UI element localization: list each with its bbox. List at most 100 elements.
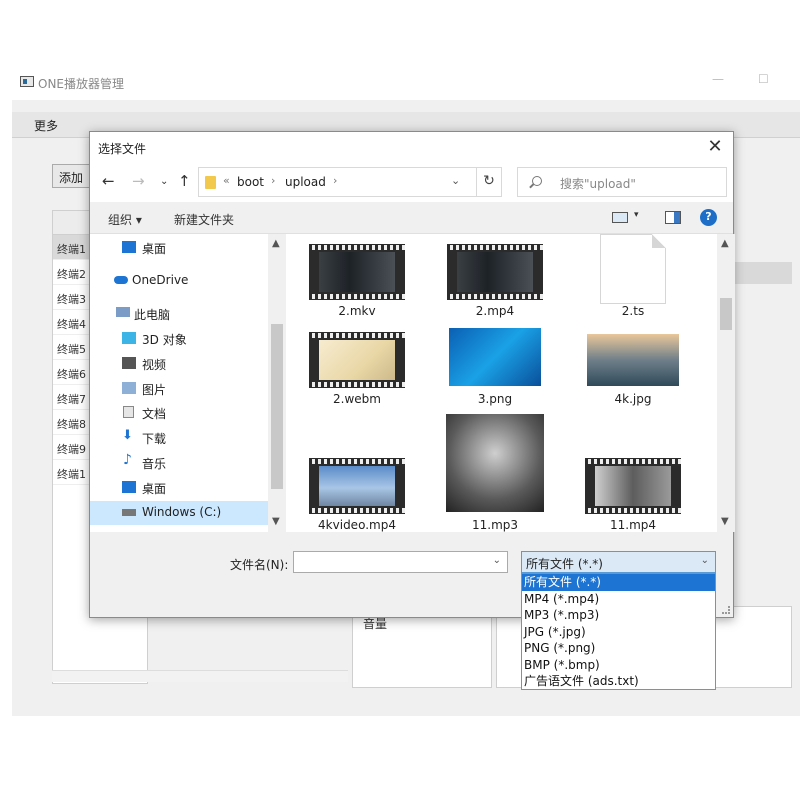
close-icon[interactable]: ✕: [705, 136, 725, 157]
filetype-dropdown: 所有文件 (*.*) MP4 (*.mp4) MP3 (*.mp3) JPG (…: [521, 573, 716, 690]
nav-item-music[interactable]: ♪ 音乐: [90, 451, 268, 475]
file-item[interactable]: 4k.jpg: [573, 334, 693, 406]
navigation-bar: ← → ⌄ ↑ « boot › upload › ⌄ ↻ 搜索"upload": [90, 162, 733, 202]
filetype-option[interactable]: MP3 (*.mp3): [522, 607, 715, 624]
app-titlebar: ONE播放器管理 — ☐: [12, 66, 800, 100]
video-icon: [122, 357, 136, 369]
nav-item-desktop-2[interactable]: 桌面: [90, 476, 268, 500]
file-name: 4kvideo.mp4: [318, 518, 396, 532]
refresh-button[interactable]: ↻: [476, 167, 502, 197]
nav-item-label: 文档: [142, 407, 167, 421]
file-name: 3.png: [477, 392, 513, 406]
blank-file-icon: [600, 234, 666, 304]
desktop-icon: [122, 481, 136, 493]
nav-item-downloads[interactable]: ⬇ 下载: [90, 426, 268, 450]
organize-button[interactable]: 组织 ▾: [108, 211, 142, 228]
scroll-up-icon[interactable]: ▲: [272, 238, 280, 249]
filename-dropdown-icon[interactable]: ⌄: [493, 555, 501, 566]
view-mode-icon[interactable]: [612, 212, 628, 223]
file-item[interactable]: 11.mp3: [435, 414, 555, 532]
nav-item-this-pc[interactable]: 此电脑: [90, 302, 268, 326]
file-name: 2.webm: [333, 392, 381, 406]
filename-input[interactable]: ⌄: [293, 551, 508, 573]
nav-item-pictures[interactable]: 图片: [90, 377, 268, 401]
scroll-down-icon[interactable]: ▼: [272, 516, 280, 527]
address-dropdown-icon[interactable]: ⌄: [451, 174, 460, 187]
music-icon: ♪: [123, 452, 132, 468]
filetype-selected: 所有文件 (*.*): [526, 557, 603, 571]
nav-item-onedrive[interactable]: OneDrive: [90, 269, 268, 293]
forward-arrow-icon[interactable]: →: [132, 172, 145, 190]
file-name: 11.mp3: [471, 518, 519, 532]
nav-item-label: 桌面: [142, 242, 167, 256]
middle-panel: 音量: [352, 606, 492, 688]
file-item[interactable]: 2.webm: [297, 332, 417, 406]
breadcrumb-boot[interactable]: boot: [237, 175, 264, 189]
chevron-down-icon: ⌄: [700, 555, 709, 566]
nav-item-label: 此电脑: [134, 308, 171, 322]
recent-chevron-icon[interactable]: ⌄: [160, 176, 168, 187]
file-item[interactable]: 2.mkv: [297, 244, 417, 318]
filetype-option[interactable]: 广告语文件 (ads.txt): [522, 673, 715, 690]
view-dropdown-icon[interactable]: ▾: [634, 210, 639, 220]
file-list-scrollbar[interactable]: ▲ ▼: [717, 234, 735, 532]
file-item[interactable]: 2.ts: [573, 234, 693, 318]
horizontal-scrollbar[interactable]: [52, 670, 348, 682]
file-item[interactable]: 3.png: [435, 328, 555, 406]
scroll-up-icon[interactable]: ▲: [721, 238, 729, 249]
cloud-icon: [114, 276, 128, 284]
file-list-scroll-thumb[interactable]: [720, 298, 732, 330]
video-thumbnail: [585, 458, 681, 514]
search-icon: [532, 176, 542, 186]
app-title: ONE播放器管理: [38, 77, 125, 91]
image-thumbnail: [587, 334, 679, 386]
file-item[interactable]: 4kvideo.mp4: [297, 458, 417, 532]
filetype-select[interactable]: 所有文件 (*.*) ⌄: [521, 551, 716, 573]
resize-grip[interactable]: [722, 606, 730, 614]
file-dialog: 选择文件 ✕ ← → ⌄ ↑ « boot › upload › ⌄ ↻ 搜索"…: [89, 131, 735, 618]
nav-scrollbar[interactable]: ▲ ▼: [268, 234, 286, 532]
breadcrumb-upload[interactable]: upload: [285, 175, 326, 189]
background-row-highlight: [732, 262, 792, 284]
preview-pane-icon[interactable]: [665, 211, 681, 224]
app-icon: [20, 76, 34, 87]
scroll-down-icon[interactable]: ▼: [721, 516, 729, 527]
search-placeholder: 搜索"upload": [560, 177, 636, 191]
help-icon[interactable]: ?: [700, 209, 717, 226]
dialog-title: 选择文件: [98, 142, 147, 156]
nav-item-desktop[interactable]: 桌面: [90, 236, 268, 260]
file-name: 4k.jpg: [614, 392, 652, 406]
file-item[interactable]: 11.mp4: [573, 458, 693, 532]
add-button[interactable]: 添加: [52, 164, 94, 188]
nav-item-label: 音乐: [142, 457, 167, 471]
filename-label: 文件名(N):: [230, 558, 289, 572]
file-name: 2.mp4: [475, 304, 515, 318]
file-item[interactable]: 2.mp4: [435, 244, 555, 318]
filetype-option[interactable]: MP4 (*.mp4): [522, 591, 715, 608]
breadcrumb-overflow-icon[interactable]: «: [223, 174, 230, 187]
nav-item-3d-objects[interactable]: 3D 对象: [90, 327, 268, 351]
menu-more[interactable]: 更多: [34, 117, 58, 134]
new-folder-button[interactable]: 新建文件夹: [174, 211, 234, 228]
video-thumbnail: [309, 458, 405, 514]
nav-item-videos[interactable]: 视频: [90, 352, 268, 376]
breadcrumb-chevron-icon: ›: [271, 174, 276, 187]
nav-item-windows-c[interactable]: Windows (C:): [90, 501, 268, 525]
video-thumbnail: [309, 332, 405, 388]
refresh-icon: ↻: [483, 173, 495, 189]
filetype-option[interactable]: BMP (*.bmp): [522, 657, 715, 674]
filetype-option[interactable]: PNG (*.png): [522, 640, 715, 657]
nav-item-documents[interactable]: 文档: [90, 401, 268, 425]
address-bar[interactable]: « boot › upload › ⌄: [198, 167, 502, 197]
filetype-option[interactable]: 所有文件 (*.*): [522, 574, 715, 591]
up-arrow-icon[interactable]: ↑: [178, 172, 191, 190]
nav-item-label: 3D 对象: [142, 333, 187, 347]
minimize-icon[interactable]: —: [712, 72, 724, 86]
nav-scroll-thumb[interactable]: [271, 324, 283, 489]
desktop-icon: [122, 241, 136, 253]
breadcrumb-chevron-icon: ›: [333, 174, 338, 187]
back-arrow-icon[interactable]: ←: [102, 172, 115, 190]
maximize-icon[interactable]: ☐: [758, 72, 769, 86]
filetype-option[interactable]: JPG (*.jpg): [522, 624, 715, 641]
search-box[interactable]: 搜索"upload": [517, 167, 727, 197]
